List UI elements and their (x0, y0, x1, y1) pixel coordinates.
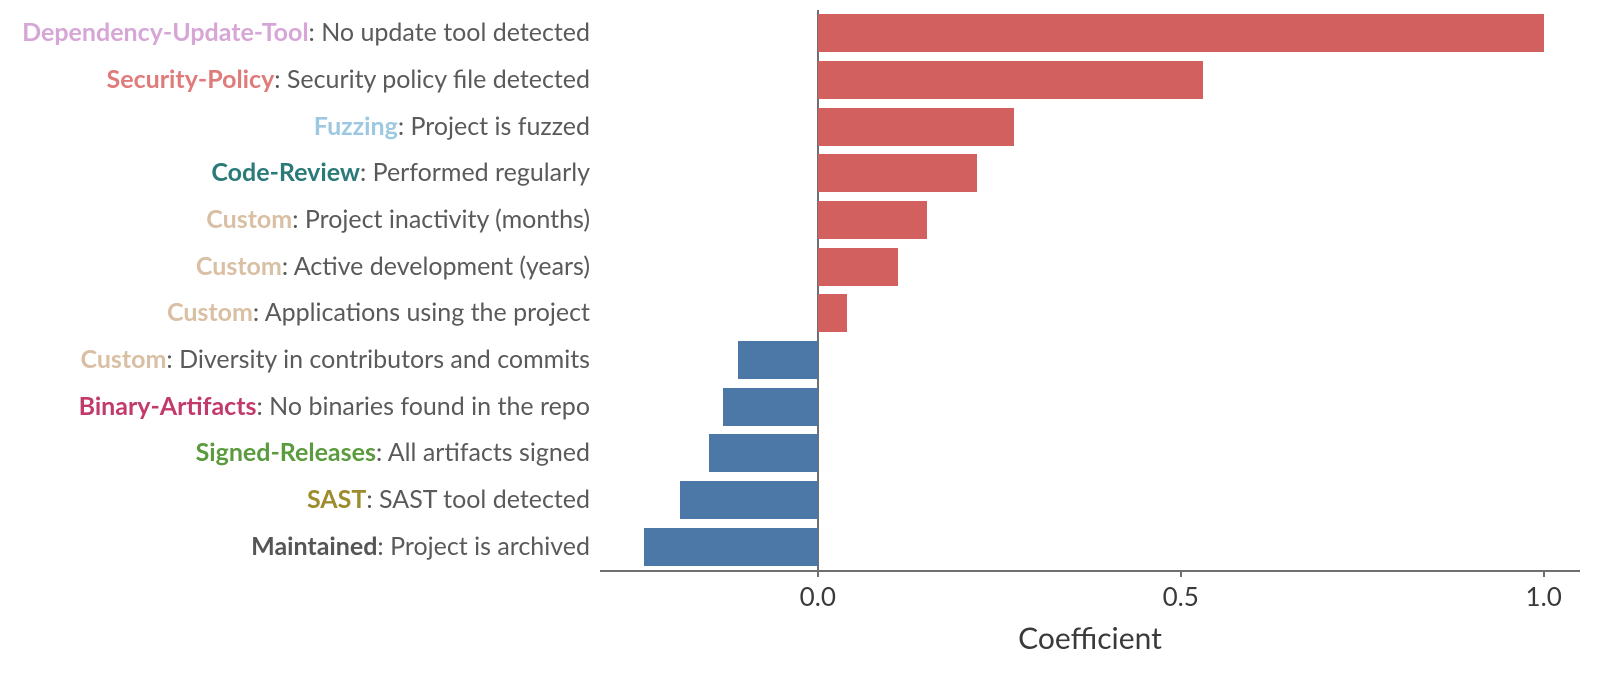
category-description: Applications using the project (265, 297, 590, 327)
y-tick-label: Dependency-Update-Tool: No update tool d… (0, 19, 590, 47)
category-prefix: SAST (307, 484, 366, 514)
category-separator: : (292, 204, 305, 234)
x-tick (1543, 570, 1545, 577)
bar (680, 481, 818, 519)
bar (723, 388, 817, 426)
x-tick-label: 0.5 (1163, 580, 1199, 612)
category-prefix: Dependency-Update-Tool (22, 17, 308, 47)
category-prefix: Custom (206, 204, 292, 234)
category-separator: : (377, 531, 390, 561)
bar-row (600, 12, 1580, 54)
category-separator: : (282, 251, 294, 281)
category-separator: : (376, 437, 388, 467)
category-prefix: Fuzzing (314, 111, 398, 141)
category-description: All artifacts signed (388, 437, 590, 467)
y-tick-label: Custom: Applications using the project (0, 299, 590, 327)
y-tick-label: Signed-Releases: All artifacts signed (0, 439, 590, 467)
category-description: Security policy file detected (287, 64, 590, 94)
bar (709, 434, 818, 472)
category-separator: : (398, 111, 411, 141)
category-description: Project inactivity (months) (305, 204, 590, 234)
category-prefix: Signed-Releases (196, 437, 376, 467)
bar-row (600, 59, 1580, 101)
bar (818, 201, 927, 239)
bar-row (600, 246, 1580, 288)
x-tick-label: 0.0 (800, 580, 836, 612)
y-tick-label: Custom: Diversity in contributors and co… (0, 346, 590, 374)
coefficient-bar-chart: Dependency-Update-Tool: No update tool d… (0, 0, 1600, 686)
bar (738, 341, 818, 379)
x-tick (817, 570, 819, 577)
bar-row (600, 339, 1580, 381)
category-description: Project is fuzzed (410, 111, 590, 141)
bar-row (600, 106, 1580, 148)
category-description: No update tool detected (321, 17, 590, 47)
y-tick-label: Fuzzing: Project is fuzzed (0, 113, 590, 141)
y-tick-label: Binary-Artifacts: No binaries found in t… (0, 393, 590, 421)
bar (818, 248, 898, 286)
bar-row (600, 432, 1580, 474)
bar-row (600, 386, 1580, 428)
category-description: Project is archived (390, 531, 590, 561)
y-tick-label: SAST: SAST tool detected (0, 486, 590, 514)
category-description: Active development (years) (294, 251, 590, 281)
category-prefix: Maintained (251, 531, 377, 561)
category-separator: : (166, 344, 179, 374)
category-description: No binaries found in the repo (269, 391, 590, 421)
y-tick-label: Code-Review: Performed regularly (0, 159, 590, 187)
plot-area (600, 10, 1580, 570)
y-tick-label: Security-Policy: Security policy file de… (0, 66, 590, 94)
bar-row (600, 199, 1580, 241)
category-separator: : (309, 17, 322, 47)
category-prefix: Binary-Artifacts (79, 391, 257, 421)
bar (644, 528, 818, 566)
bar-row (600, 152, 1580, 194)
category-prefix: Code-Review (211, 157, 360, 187)
y-tick-label: Maintained: Project is archived (0, 533, 590, 561)
x-axis-title: Coefficient (600, 620, 1580, 656)
category-prefix: Custom (196, 251, 282, 281)
bar-row (600, 526, 1580, 568)
category-prefix: Custom (80, 344, 166, 374)
category-description: Diversity in contributors and commits (179, 344, 590, 374)
y-tick-label: Custom: Project inactivity (months) (0, 206, 590, 234)
category-separator: : (253, 297, 265, 327)
y-tick-label: Custom: Active development (years) (0, 253, 590, 281)
bar-row (600, 292, 1580, 334)
x-tick-label: 1.0 (1526, 580, 1562, 612)
x-axis: 0.0 0.5 1.0 (600, 570, 1580, 620)
x-tick (1180, 570, 1182, 577)
category-separator: : (360, 157, 373, 187)
category-description: SAST tool detected (379, 484, 590, 514)
category-prefix: Security-Policy (107, 64, 275, 94)
category-separator: : (257, 391, 270, 421)
bar (818, 61, 1203, 99)
bar (818, 14, 1544, 52)
bar (818, 294, 847, 332)
y-axis-labels: Dependency-Update-Tool: No update tool d… (0, 10, 590, 570)
bar-row (600, 479, 1580, 521)
category-separator: : (274, 64, 287, 94)
category-separator: : (366, 484, 379, 514)
category-description: Performed regularly (373, 157, 590, 187)
bar (818, 108, 1014, 146)
category-prefix: Custom (167, 297, 253, 327)
x-axis-baseline (600, 570, 1580, 572)
bar (818, 154, 978, 192)
